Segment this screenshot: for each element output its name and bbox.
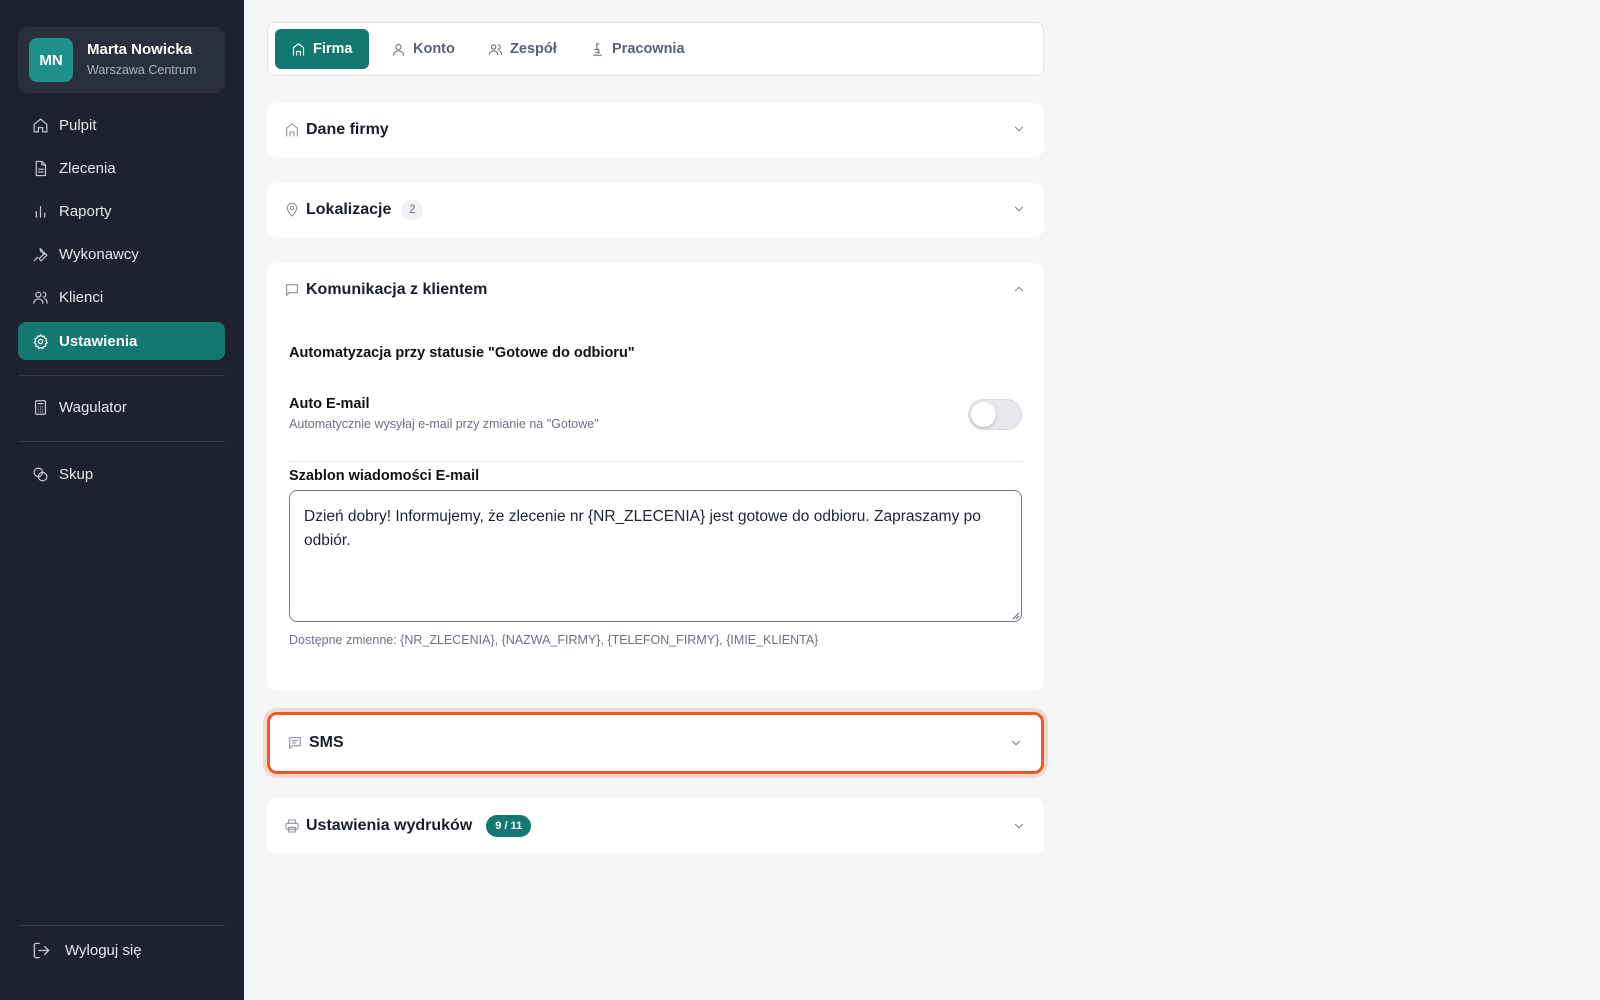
tab-pracownia[interactable]: Pracownia: [574, 29, 701, 69]
toggle-knob: [971, 402, 996, 427]
tab-konto[interactable]: Konto: [375, 29, 471, 69]
resize-handle-icon[interactable]: [1010, 610, 1020, 620]
section-header[interactable]: SMS: [270, 715, 1041, 771]
sidebar-item-zlecenia[interactable]: Zlecenia: [18, 149, 225, 187]
users-icon: [31, 288, 49, 306]
sidebar-item-label: Skup: [59, 465, 94, 483]
sidebar-item-label: Pulpit: [59, 116, 97, 134]
section-dane-firmy: Dane firmy: [267, 103, 1044, 157]
sidebar-divider: [18, 375, 225, 376]
sidebar-item-ustawienia[interactable]: Ustawienia: [18, 322, 225, 360]
sidebar-item-klienci[interactable]: Klienci: [18, 278, 225, 316]
user-card[interactable]: MN Marta Nowicka Warszawa Centrum: [18, 27, 225, 93]
chevron-down-icon: [1009, 736, 1023, 750]
tab-label: Pracownia: [612, 41, 685, 57]
coins-icon: [31, 465, 49, 483]
logout-label: Wyloguj się: [65, 941, 142, 959]
section-title: Dane firmy: [306, 121, 389, 138]
building-icon: [292, 42, 305, 56]
users-icon: [489, 43, 502, 55]
building-icon: [284, 122, 306, 138]
logout-button[interactable]: Wyloguj się: [18, 930, 225, 970]
sidebar-item-raporty[interactable]: Raporty: [18, 192, 225, 230]
gear-icon: [31, 332, 49, 350]
calculator-icon: [31, 398, 49, 416]
chevron-down-icon: [1012, 819, 1026, 833]
sidebar-divider: [18, 925, 225, 926]
auto-email-toggle[interactable]: [968, 399, 1022, 430]
sidebar-item-label: Wykonawcy: [59, 245, 139, 263]
sidebar-item-label: Wagulator: [59, 398, 127, 416]
available-variables: Dostępne zmienne: {NR_ZLECENIA}, {NAZWA_…: [289, 633, 819, 647]
document-icon: [31, 159, 49, 177]
status-badge: 9 / 11: [486, 815, 532, 837]
printer-icon: [284, 818, 306, 834]
logout-icon: [33, 942, 50, 958]
wrench-icon: [31, 245, 49, 263]
home-icon: [31, 116, 49, 134]
sidebar-item-wagulator[interactable]: Wagulator: [18, 388, 225, 426]
sidebar-divider: [18, 441, 225, 442]
tab-label: Konto: [413, 41, 455, 57]
section-header[interactable]: Lokalizacje 2: [267, 183, 1044, 237]
sidebar-item-label: Ustawienia: [59, 332, 138, 350]
sidebar-item-pulpit[interactable]: Pulpit: [18, 106, 225, 144]
section-ustawienia-wydrukow: Ustawienia wydruków 9 / 11: [267, 798, 1044, 854]
section-header[interactable]: Ustawienia wydruków 9 / 11: [267, 798, 1044, 854]
user-icon: [392, 43, 405, 56]
microscope-icon: [593, 42, 602, 56]
tab-firma[interactable]: Firma: [275, 29, 369, 69]
user-name: Marta Nowicka: [87, 41, 193, 58]
tab-zespol[interactable]: Zespół: [472, 29, 573, 69]
sidebar-item-wykonawcy[interactable]: Wykonawcy: [18, 235, 225, 273]
section-header[interactable]: Komunikacja z klientem: [267, 263, 1044, 317]
sidebar-item-label: Zlecenia: [59, 159, 116, 177]
auto-email-description: Automatycznie wysyłaj e-mail przy zmiani…: [289, 417, 599, 431]
section-komunikacja: Komunikacja z klientem Automatyzacja prz…: [267, 263, 1044, 691]
section-header[interactable]: Dane firmy: [267, 103, 1044, 157]
chevron-down-icon: [1012, 122, 1026, 136]
section-title: Komunikacja z klientem: [306, 281, 488, 298]
sidebar-item-label: Raporty: [59, 202, 112, 220]
map-pin-icon: [284, 202, 306, 218]
user-location: Warszawa Centrum: [87, 63, 197, 77]
bar-chart-icon: [31, 202, 49, 220]
tab-label: Firma: [313, 41, 353, 57]
message-text-icon: [287, 735, 309, 751]
section-lokalizacje: Lokalizacje 2: [267, 183, 1044, 237]
sidebar: MN Marta Nowicka Warszawa Centrum Pulpit…: [0, 0, 244, 1000]
message-icon: [284, 282, 306, 298]
divider: [289, 461, 1022, 462]
section-title: Lokalizacje: [306, 201, 392, 218]
chevron-up-icon: [1012, 282, 1026, 296]
section-title: SMS: [309, 734, 344, 751]
settings-tabs: Firma Konto Zespół Pracownia: [267, 22, 1044, 76]
auto-email-title: Auto E-mail: [289, 396, 370, 412]
sidebar-item-label: Klienci: [59, 288, 104, 306]
section-sms: SMS: [267, 712, 1044, 774]
avatar: MN: [29, 38, 73, 82]
automation-title: Automatyzacja przy statusie "Gotowe do o…: [289, 345, 635, 361]
sidebar-item-skup[interactable]: Skup: [18, 455, 225, 493]
template-label: Szablon wiadomości E-mail: [289, 468, 480, 484]
section-title: Ustawienia wydruków: [306, 817, 473, 834]
email-template-textarea[interactable]: Dzień dobry! Informujemy, że zlecenie nr…: [289, 490, 1022, 622]
count-badge: 2: [401, 200, 424, 220]
chevron-down-icon: [1012, 202, 1026, 216]
tab-label: Zespół: [510, 41, 557, 57]
